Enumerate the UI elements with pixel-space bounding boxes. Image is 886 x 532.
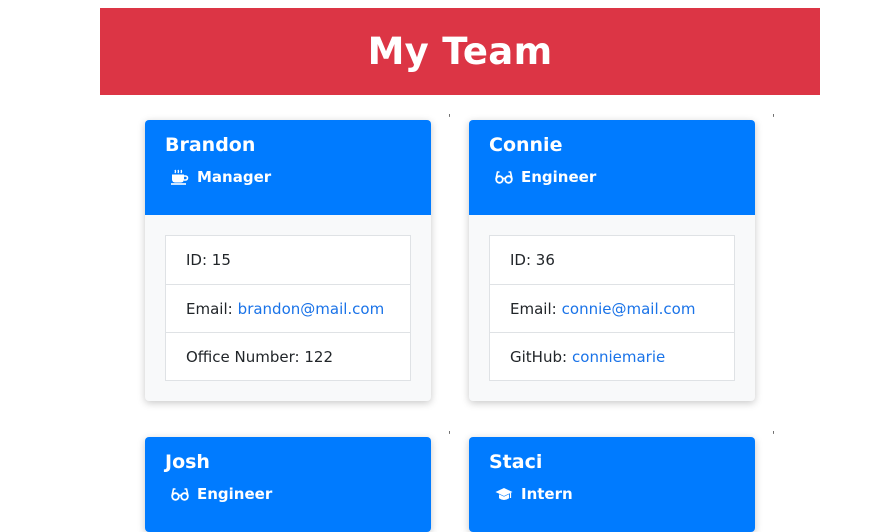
github-item: GitHub: conniemarie	[490, 332, 734, 380]
stray-mark: '	[448, 429, 452, 442]
email-link[interactable]: brandon@mail.com	[238, 300, 385, 318]
office-number-item: Office Number: 122	[166, 332, 410, 380]
employee-card-brandon: Brandon Manager ID: 15 Email: brandon@ma…	[145, 120, 431, 401]
glasses-icon	[495, 171, 513, 184]
role-label: Intern	[521, 485, 573, 503]
employee-card-josh: Josh Engineer	[145, 437, 431, 532]
office-number-text: Office Number: 122	[186, 347, 333, 366]
card-body: ID: 36 Email: connie@mail.com GitHub: co…	[469, 215, 755, 401]
employee-role: Manager	[165, 168, 411, 186]
role-label: Engineer	[197, 485, 273, 503]
details-list: ID: 36 Email: connie@mail.com GitHub: co…	[489, 235, 735, 381]
id-text: ID: 15	[186, 251, 231, 269]
employee-role: Engineer	[165, 485, 411, 503]
stray-mark: '	[772, 429, 776, 442]
employee-name: Josh	[165, 451, 210, 473]
card-header: Josh Engineer	[145, 437, 431, 532]
employee-name: Staci	[489, 451, 543, 473]
role-label: Engineer	[521, 168, 597, 186]
stray-mark: '	[772, 112, 776, 125]
page-title: My Team	[367, 30, 553, 73]
id-text: ID: 36	[510, 251, 555, 269]
email-link[interactable]: connie@mail.com	[562, 300, 696, 318]
id-item: ID: 36	[490, 236, 734, 284]
github-label: GitHub:	[510, 347, 568, 366]
graduation-cap-icon	[495, 488, 513, 500]
role-label: Manager	[197, 168, 272, 186]
employee-card-connie: Connie Engineer ID: 36 Email: connie@mai…	[469, 120, 755, 401]
email-label: Email:	[186, 299, 233, 318]
id-item: ID: 15	[166, 236, 410, 284]
card-body: ID: 15 Email: brandon@mail.com Office Nu…	[145, 215, 431, 401]
employee-name: Connie	[489, 134, 563, 156]
glasses-icon	[171, 488, 189, 501]
github-link[interactable]: conniemarie	[572, 348, 665, 366]
employee-card-staci: Staci Intern	[469, 437, 755, 532]
email-item: Email: connie@mail.com	[490, 284, 734, 332]
details-list: ID: 15 Email: brandon@mail.com Office Nu…	[165, 235, 411, 381]
employee-role: Engineer	[489, 168, 735, 186]
page-header: My Team	[100, 8, 820, 95]
employee-name: Brandon	[165, 134, 256, 156]
card-header: Staci Intern	[469, 437, 755, 532]
email-item: Email: brandon@mail.com	[166, 284, 410, 332]
employee-role: Intern	[489, 485, 735, 503]
email-label: Email:	[510, 299, 557, 318]
coffee-icon	[171, 169, 189, 185]
stray-mark: '	[448, 112, 452, 125]
card-header: Connie Engineer	[469, 120, 755, 215]
card-header: Brandon Manager	[145, 120, 431, 215]
